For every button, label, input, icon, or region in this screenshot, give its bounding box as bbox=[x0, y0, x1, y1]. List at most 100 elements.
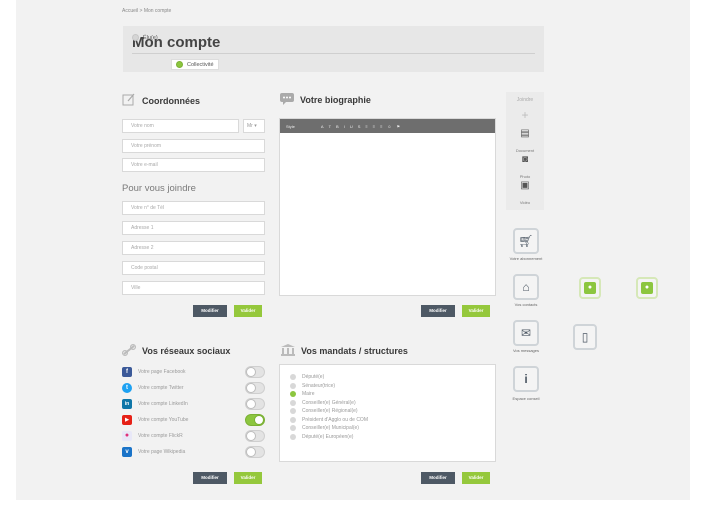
contacts-button[interactable]: ⌂ bbox=[513, 274, 539, 300]
mandat-item-president-agglo[interactable]: Président d'Agglo ou de COM bbox=[280, 416, 495, 425]
toolbar-font[interactable]: A bbox=[321, 124, 324, 129]
radio-icon bbox=[290, 433, 296, 440]
radio-checked-icon bbox=[290, 391, 296, 398]
radio-elu-icon bbox=[132, 34, 139, 41]
toolbar-bold[interactable]: B bbox=[336, 124, 339, 129]
cart-icon: 🛒︎ bbox=[518, 234, 534, 248]
mandat-item-depute[interactable]: Député(e) bbox=[280, 373, 495, 382]
biographie-valider-button[interactable]: Valider bbox=[462, 305, 490, 317]
mandat-item-cons-municipal[interactable]: Conseiller(e) Municipal(e) bbox=[280, 424, 495, 433]
wikipedia-toggle[interactable] bbox=[245, 446, 265, 458]
flickr-toggle[interactable] bbox=[245, 430, 265, 442]
biographie-editor[interactable]: Style A T B I U S ≡ ≡ ≡ ☺ ⚑ bbox=[279, 118, 496, 296]
messages-button[interactable]: ✉︎ bbox=[513, 320, 539, 346]
mandat-item-senateur[interactable]: Sénateur(trice) bbox=[280, 382, 495, 391]
social-valider-button[interactable]: Valider bbox=[234, 472, 262, 484]
mandats-list: Député(e) Sénateur(trice) Maire Conseill… bbox=[279, 364, 496, 462]
mandat-item-cons-regional[interactable]: Conseiller(e) Régional(e) bbox=[280, 407, 495, 416]
joindre-photo[interactable]: ◙ Photo bbox=[506, 154, 544, 183]
radio-icon bbox=[290, 425, 296, 432]
mobile-messages-button[interactable]: ▯ bbox=[573, 324, 597, 350]
mandat-label: Sénateur(trice) bbox=[302, 382, 336, 389]
biographie-title-text: Votre biographie bbox=[300, 95, 371, 105]
coordonnees-modifier-button[interactable]: Modifier bbox=[193, 305, 227, 317]
facebook-label: Votre page Facebook bbox=[138, 369, 186, 375]
radio-icon bbox=[290, 399, 296, 406]
toolbar-emoji[interactable]: ☺ bbox=[387, 124, 391, 129]
toolbar-align-center[interactable]: ≡ bbox=[373, 124, 375, 129]
abonnement-button[interactable]: 🛒︎ bbox=[513, 228, 539, 254]
flickr-label: Votre compte FlickR bbox=[138, 433, 183, 439]
social-row-flickr: ● Votre compte FlickR bbox=[122, 429, 265, 443]
toggle-knob bbox=[246, 431, 256, 441]
chat-icon bbox=[280, 93, 294, 107]
linkedin-toggle[interactable] bbox=[245, 398, 265, 410]
mandat-item-cons-general[interactable]: Conseiller(e) Général(e) bbox=[280, 399, 495, 408]
tel-field[interactable]: Votre n° de Tél bbox=[122, 201, 265, 215]
add-contact-button[interactable]: ● bbox=[579, 277, 601, 299]
abonnement-label: Votre abonnement bbox=[509, 256, 543, 261]
social-row-twitter: t Votre compte Twitter bbox=[122, 381, 265, 395]
coordonnees-valider-button[interactable]: Valider bbox=[234, 305, 262, 317]
contact-book-icon: ● bbox=[641, 282, 653, 294]
option-collectivite-label: Collectivité bbox=[187, 61, 214, 68]
messages-label: Vos messages bbox=[512, 348, 539, 353]
prenom-field[interactable]: Votre prénom bbox=[122, 139, 265, 153]
option-collectivite[interactable]: Collectivité bbox=[171, 59, 219, 70]
joindre-subtitle: Pour vous joindre bbox=[122, 183, 196, 194]
option-elu-label: Élu(e) bbox=[143, 34, 158, 41]
conseil-button[interactable]: i bbox=[513, 366, 539, 392]
mandats-modifier-button[interactable]: Modifier bbox=[421, 472, 455, 484]
civilite-select[interactable]: Mr ▾ bbox=[243, 119, 265, 133]
email-field[interactable]: Votre e-mail bbox=[122, 158, 265, 172]
option-elu[interactable]: Élu(e) bbox=[132, 34, 158, 41]
social-row-wikipedia: v Votre page Wikipedia bbox=[122, 445, 265, 459]
wikipedia-icon: v bbox=[122, 447, 132, 457]
coordonnees-title: Coordonnées bbox=[122, 93, 200, 108]
add-icon[interactable]: + bbox=[506, 108, 544, 122]
code-postal-field[interactable]: Code postal bbox=[122, 261, 265, 275]
mandats-title: Vos mandats / structures bbox=[281, 344, 408, 358]
facebook-toggle[interactable] bbox=[245, 366, 265, 378]
editor-toolbar: Style A T B I U S ≡ ≡ ≡ ☺ ⚑ bbox=[280, 119, 495, 133]
toolbar-style[interactable]: Style bbox=[286, 124, 295, 129]
mandat-label: Conseiller(e) Général(e) bbox=[302, 399, 356, 406]
joindre-video[interactable]: ▣ Vidéo bbox=[506, 180, 544, 209]
toolbar-underline[interactable]: U bbox=[350, 124, 353, 129]
social-row-youtube: ▶ Votre compte YouTube bbox=[122, 413, 265, 427]
social-title-text: Vos réseaux sociaux bbox=[142, 346, 231, 356]
mandats-valider-button[interactable]: Valider bbox=[462, 472, 490, 484]
youtube-toggle[interactable] bbox=[245, 414, 265, 426]
toolbar-align-left[interactable]: ≡ bbox=[365, 124, 367, 129]
joindre-document[interactable]: ▤ Document bbox=[506, 128, 544, 157]
mandat-item-depute-europeen[interactable]: Député(e) Européen(e) bbox=[280, 433, 495, 442]
toolbar-size[interactable]: T bbox=[329, 124, 331, 129]
joindre-panel: Joindre + ▤ Document ◙ Photo ▣ Vidéo bbox=[506, 92, 544, 210]
toggle-knob bbox=[246, 383, 256, 393]
mandat-item-maire[interactable]: Maire bbox=[280, 390, 495, 399]
toolbar-flag[interactable]: ⚑ bbox=[397, 124, 401, 129]
toolbar-align-right[interactable]: ≡ bbox=[380, 124, 382, 129]
joindre-video-label: Vidéo bbox=[519, 200, 531, 205]
radio-collectivite-icon bbox=[176, 61, 183, 68]
biographie-modifier-button[interactable]: Modifier bbox=[421, 305, 455, 317]
wikipedia-label: Votre page Wikipedia bbox=[138, 449, 186, 455]
twitter-toggle[interactable] bbox=[245, 382, 265, 394]
toolbar-italic[interactable]: I bbox=[344, 124, 345, 129]
facebook-icon: f bbox=[122, 367, 132, 377]
twitter-label: Votre compte Twitter bbox=[138, 385, 184, 391]
ville-field[interactable]: Ville bbox=[122, 281, 265, 295]
social-modifier-button[interactable]: Modifier bbox=[193, 472, 227, 484]
mandat-label: Député(e) Européen(e) bbox=[302, 433, 354, 440]
joindre-document-label: Document bbox=[515, 148, 535, 153]
camera-icon: ◙ bbox=[521, 154, 529, 165]
conseil-label: Espace conseil bbox=[512, 396, 540, 401]
user-add-icon: ● bbox=[584, 282, 596, 294]
nom-field[interactable]: Votre nom bbox=[122, 119, 239, 133]
radio-icon bbox=[290, 408, 296, 415]
adresse2-field[interactable]: Adresse 2 bbox=[122, 241, 265, 255]
contact-book-button[interactable]: ● bbox=[636, 277, 658, 299]
toggle-knob bbox=[254, 415, 264, 425]
adresse1-field[interactable]: Adresse 1 bbox=[122, 221, 265, 235]
toolbar-strike[interactable]: S bbox=[358, 124, 361, 129]
